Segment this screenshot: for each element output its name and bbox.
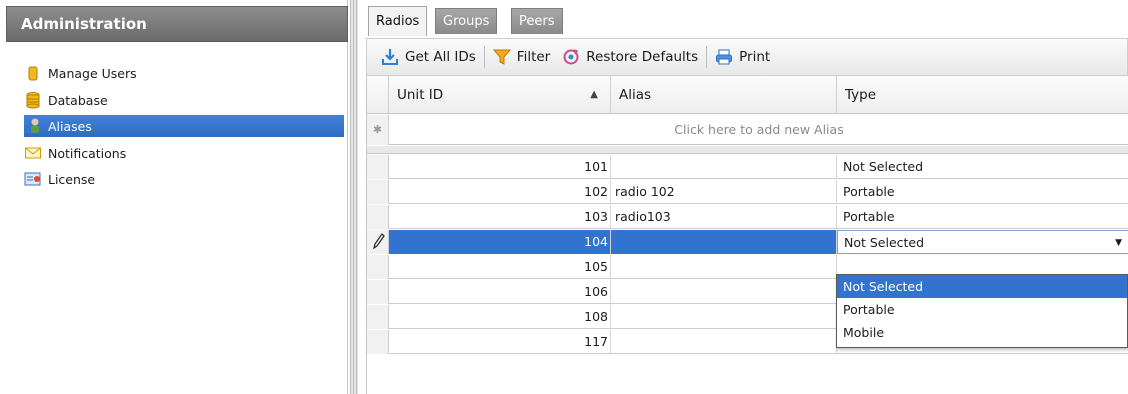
tab-groups[interactable]: Groups	[435, 8, 498, 34]
sidebar-item-label: Aliases	[48, 118, 92, 134]
alias-cell[interactable]	[611, 305, 837, 329]
table-row-selected[interactable]: 104 Not Selected ▼	[367, 230, 1128, 254]
tab-peers[interactable]: Peers	[511, 8, 563, 34]
restore-icon	[562, 48, 580, 66]
row-indicator-header	[367, 76, 389, 114]
tab-radios[interactable]: Radios	[368, 6, 428, 36]
type-cell[interactable]: Portable	[837, 205, 1128, 229]
toolbar-separator	[706, 46, 708, 68]
column-header-unit-id[interactable]: Unit ID ▲	[389, 76, 611, 114]
column-header-label: Alias	[619, 86, 652, 103]
row-indicator	[367, 155, 389, 179]
column-header-type[interactable]: Type	[837, 76, 1128, 114]
chevron-down-icon[interactable]: ▼	[1115, 231, 1122, 255]
alias-cell[interactable]: radio103	[611, 205, 837, 229]
type-dropdown-list: Not Selected Portable Mobile	[836, 274, 1128, 348]
restore-defaults-button[interactable]: Restore Defaults	[556, 42, 704, 72]
alias-cell[interactable]	[611, 255, 837, 279]
sidebar-item-manage-users[interactable]: Manage Users	[24, 62, 344, 84]
row-indicator	[367, 230, 389, 254]
unit-id-cell[interactable]: 104	[389, 230, 611, 254]
toolbar: Get All IDs Filter Restore Defaults Prin…	[366, 38, 1128, 76]
dropdown-option-mobile[interactable]: Mobile	[837, 321, 1127, 344]
filter-button[interactable]: Filter	[487, 42, 556, 72]
toolbar-separator	[483, 46, 485, 68]
new-alias-row[interactable]: ✱ Click here to add new Alias	[367, 115, 1128, 145]
unit-id-cell[interactable]: 117	[389, 330, 611, 354]
row-indicator	[367, 280, 389, 304]
unit-id-cell[interactable]: 108	[389, 305, 611, 329]
print-button[interactable]: Print	[709, 42, 776, 72]
print-label: Print	[739, 49, 771, 65]
sidebar-item-aliases[interactable]: Aliases	[24, 115, 344, 137]
table-row[interactable]: 102 radio 102 Portable	[367, 180, 1128, 204]
download-icon	[381, 48, 399, 66]
get-all-ids-label: Get All IDs	[405, 49, 476, 65]
dropdown-option-not-selected[interactable]: Not Selected	[837, 275, 1127, 298]
sidebar-item-license[interactable]: License	[24, 168, 344, 190]
sidebar-item-label: Notifications	[48, 145, 127, 161]
sidebar-item-database[interactable]: Database	[24, 89, 344, 111]
dropdown-option-portable[interactable]: Portable	[837, 298, 1127, 321]
alias-cell[interactable]	[611, 280, 837, 304]
unit-id-cell[interactable]: 101	[389, 155, 611, 179]
alias-cell[interactable]: radio 102	[611, 180, 837, 204]
alias-cell[interactable]	[611, 330, 837, 354]
sort-ascending-icon: ▲	[590, 89, 598, 100]
filter-label: Filter	[516, 49, 551, 65]
admin-header: Administration	[6, 6, 348, 42]
new-row-asterisk-icon: ✱	[367, 115, 389, 145]
new-alias-hint[interactable]: Click here to add new Alias	[389, 115, 1128, 145]
unit-id-cell[interactable]: 106	[389, 280, 611, 304]
alias-cell[interactable]	[611, 155, 837, 179]
type-combobox[interactable]: Not Selected ▼	[837, 230, 1128, 254]
restore-defaults-label: Restore Defaults	[586, 49, 699, 65]
row-indicator	[367, 330, 389, 354]
sidebar-item-label: License	[48, 171, 96, 187]
panel-splitter[interactable]	[350, 0, 358, 394]
new-row-separator	[367, 146, 1128, 154]
get-all-ids-button[interactable]: Get All IDs	[375, 42, 482, 72]
database-icon	[24, 91, 42, 109]
alias-cell[interactable]	[611, 230, 837, 254]
type-combobox-value: Not Selected	[844, 235, 925, 250]
license-icon	[24, 170, 42, 188]
aliases-icon	[24, 117, 42, 135]
admin-panel: Administration Manage Users Database Ali…	[0, 0, 348, 394]
column-header-alias[interactable]: Alias	[611, 76, 837, 114]
users-icon	[24, 64, 42, 82]
type-cell[interactable]: Portable	[837, 180, 1128, 204]
unit-id-cell[interactable]: 102	[389, 180, 611, 204]
row-indicator	[367, 180, 389, 204]
unit-id-cell[interactable]: 103	[389, 205, 611, 229]
sidebar-item-label: Database	[48, 92, 108, 108]
column-header-label: Unit ID	[397, 86, 444, 103]
envelope-icon	[24, 144, 42, 162]
table-row[interactable]: 101 Not Selected	[367, 155, 1128, 179]
row-indicator	[367, 255, 389, 279]
table-row[interactable]: 103 radio103 Portable	[367, 205, 1128, 229]
row-indicator	[367, 205, 389, 229]
printer-icon	[715, 48, 733, 66]
unit-id-cell[interactable]: 105	[389, 255, 611, 279]
filter-icon	[492, 48, 511, 66]
pencil-edit-icon	[373, 233, 385, 252]
column-header-label: Type	[845, 86, 877, 103]
sidebar-item-notifications[interactable]: Notifications	[24, 142, 344, 164]
admin-title: Administration	[21, 15, 147, 33]
type-cell[interactable]: Not Selected	[837, 155, 1128, 179]
row-indicator	[367, 305, 389, 329]
sidebar-item-label: Manage Users	[48, 65, 137, 81]
